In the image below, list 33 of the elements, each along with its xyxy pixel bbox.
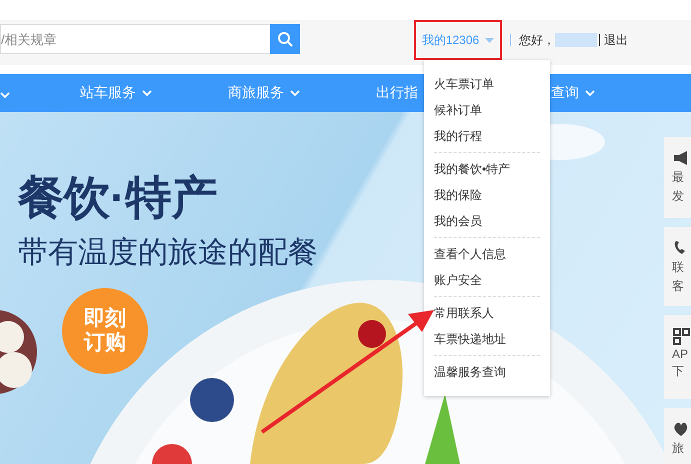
dropdown-item[interactable]: 账户安全 [434,267,540,293]
banner-subtitle: 带有温度的旅途的配餐 [18,235,318,271]
greeting-text: 您好， [519,32,555,48]
chevron-down-icon [585,90,595,96]
dropdown-item[interactable]: 我的餐饮•特产 [434,156,540,182]
side-card[interactable]: 旅 [664,408,691,464]
chevron-down-icon [142,90,152,96]
dropdown-item[interactable]: 温馨服务查询 [434,359,540,385]
dropdown-item[interactable]: 车票快递地址 [434,326,540,352]
dropdown-item[interactable]: 常用联系人 [434,300,540,326]
search-field[interactable]: /相关规章 [0,24,270,54]
search-icon [277,31,293,47]
side-card[interactable]: 联 客 [664,227,691,306]
dropdown-item[interactable]: 查看个人信息 [434,241,540,267]
caret-icon [485,38,494,42]
dropdown-item[interactable]: 我的会员 [434,208,540,234]
chevron-down-icon [0,92,10,98]
side-card[interactable]: 最 发 [664,137,691,218]
qr-icon [672,327,691,345]
dropdown-item[interactable]: 候补订单 [434,97,540,123]
strawberry [152,444,192,464]
asparagus [425,394,460,464]
cherry-tomato [358,320,386,348]
chevron-down-icon [290,90,300,96]
dropdown-item[interactable]: 我的保险 [434,182,540,208]
dropdown-item[interactable]: 火车票订单 [434,71,540,97]
blurred-username [555,33,597,47]
blueberry [190,378,234,422]
banner-title: 餐饮·特产 [18,170,218,225]
dropdown-item[interactable]: 我的行程 [434,123,540,149]
search-button[interactable] [270,24,300,54]
side-card[interactable]: AP 下 [664,315,691,399]
logout-link[interactable]: 退出 [604,32,628,48]
